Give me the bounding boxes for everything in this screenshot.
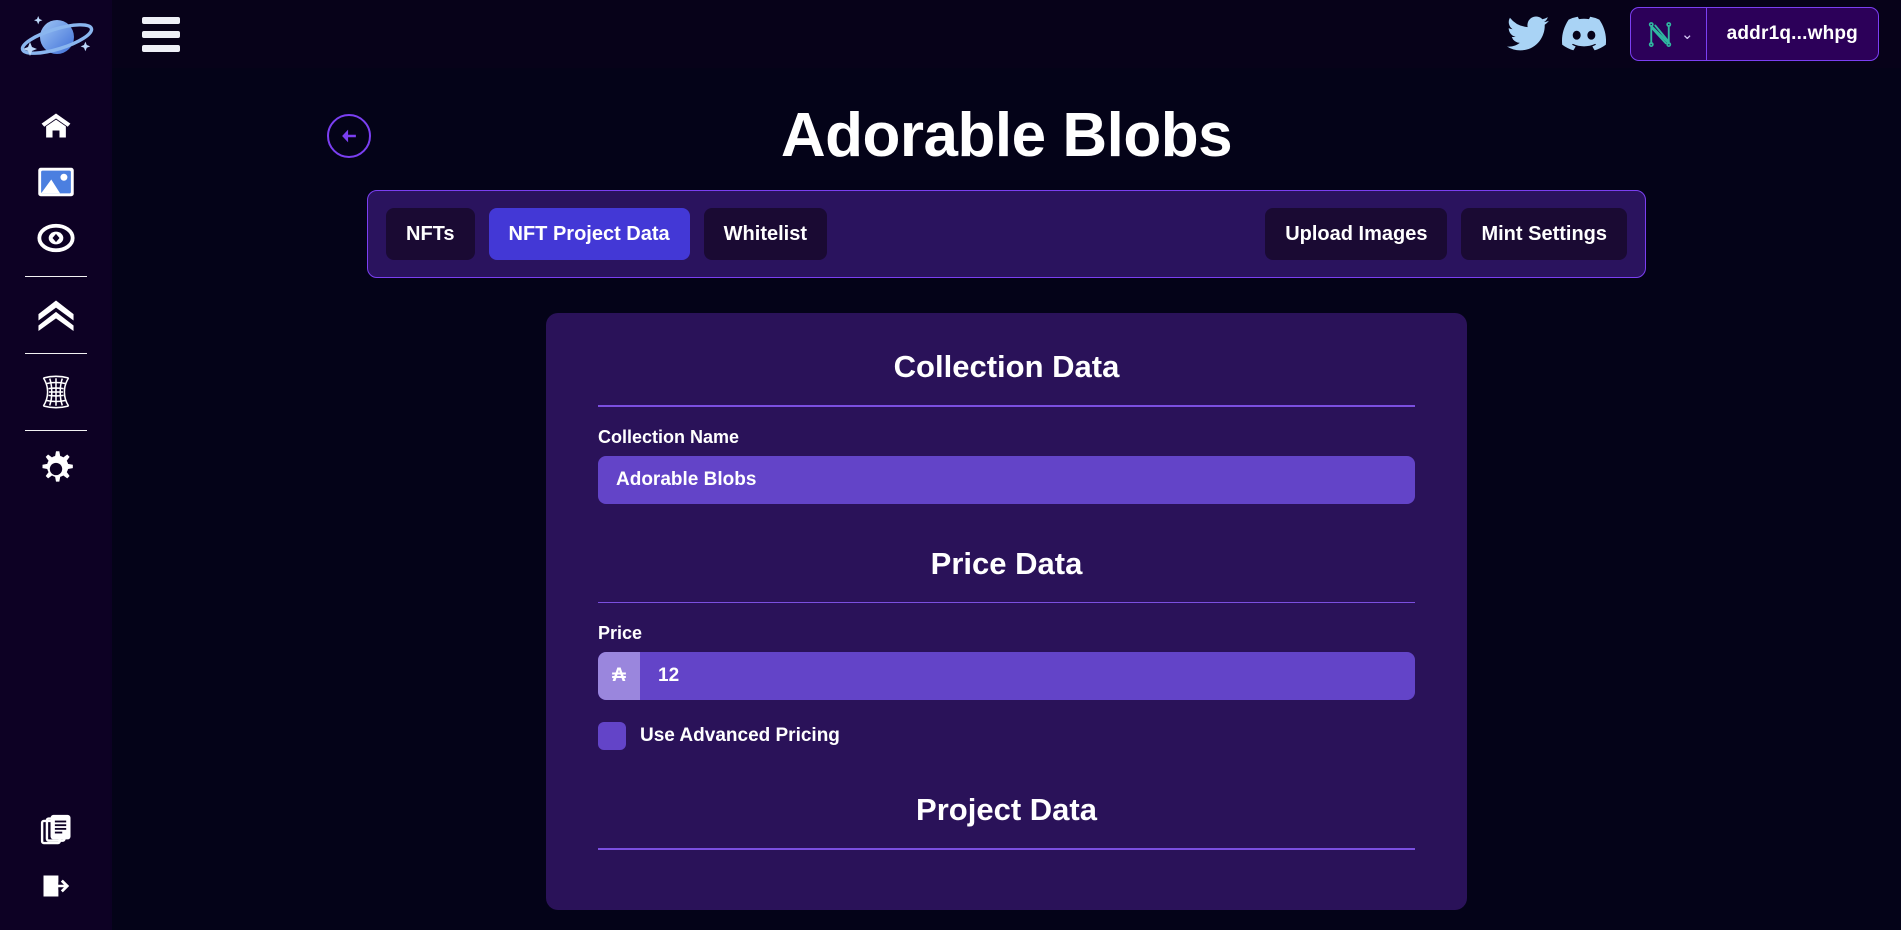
price-input[interactable]: ₳ 12 bbox=[598, 652, 1415, 700]
content-area: Adorable Blobs NFTs NFT Project Data Whi… bbox=[112, 90, 1901, 930]
project-data-card: Collection Data Collection Name Adorable… bbox=[546, 313, 1467, 910]
hamburger-bar bbox=[142, 30, 180, 38]
chevrons-up-icon bbox=[38, 300, 74, 331]
app-logo[interactable] bbox=[8, 8, 104, 70]
eye-target-icon bbox=[37, 223, 75, 253]
use-advanced-pricing-checkbox[interactable] bbox=[598, 722, 626, 750]
tab-nfts[interactable]: NFTs bbox=[386, 208, 475, 260]
project-data-divider bbox=[598, 848, 1415, 850]
main-area: ⌄ addr1q...whpg Adorable Blobs NFTs NFT … bbox=[112, 0, 1901, 930]
collection-name-value[interactable]: Adorable Blobs bbox=[598, 469, 774, 491]
arrow-left-icon bbox=[342, 129, 356, 143]
tab-nft-project-data[interactable]: NFT Project Data bbox=[488, 208, 690, 260]
sidebar-item-settings[interactable] bbox=[0, 441, 112, 497]
discord-icon bbox=[1562, 16, 1607, 51]
ada-currency-icon: ₳ bbox=[598, 652, 640, 700]
sidebar-divider-3 bbox=[25, 430, 87, 431]
sidebar-item-docs[interactable] bbox=[0, 802, 112, 858]
collection-data-heading: Collection Data bbox=[893, 349, 1120, 384]
chevron-down-icon: ⌄ bbox=[1681, 25, 1694, 43]
hamburger-icon[interactable] bbox=[142, 14, 190, 54]
project-data-heading: Project Data bbox=[916, 792, 1097, 827]
saturn-planet-logo-icon bbox=[20, 16, 94, 56]
wallet-button[interactable]: ⌄ addr1q...whpg bbox=[1630, 7, 1879, 61]
use-advanced-pricing-label: Use Advanced Pricing bbox=[640, 725, 840, 746]
documents-icon bbox=[40, 814, 71, 845]
price-data-divider bbox=[598, 601, 1415, 603]
sidebar-item-gallery[interactable] bbox=[0, 154, 112, 210]
portal-icon bbox=[42, 375, 70, 409]
collection-name-input[interactable]: Adorable Blobs bbox=[598, 455, 1415, 504]
sidebar-item-explore[interactable] bbox=[0, 210, 112, 266]
nami-wallet-icon bbox=[1648, 22, 1672, 47]
logout-icon bbox=[43, 875, 70, 897]
hamburger-bar bbox=[142, 16, 180, 24]
price-label: Price bbox=[598, 623, 643, 643]
sidebar-divider-2 bbox=[25, 353, 87, 354]
title-row: Adorable Blobs bbox=[112, 90, 1901, 182]
sidebar-nav bbox=[0, 98, 112, 497]
tab-bar: NFTs NFT Project Data Whitelist Upload I… bbox=[367, 190, 1646, 278]
topbar: ⌄ addr1q...whpg bbox=[112, 0, 1901, 68]
sidebar-bottom-nav bbox=[0, 802, 112, 914]
hamburger-bar bbox=[142, 44, 180, 52]
sidebar-divider-1 bbox=[25, 276, 87, 277]
collection-name-label: Collection Name bbox=[598, 426, 740, 447]
wallet-selector[interactable]: ⌄ bbox=[1631, 8, 1707, 60]
advanced-pricing-row: Use Advanced Pricing bbox=[598, 722, 1415, 750]
mint-settings-button[interactable]: Mint Settings bbox=[1461, 208, 1627, 260]
page-title: Adorable Blobs bbox=[780, 101, 1233, 170]
home-icon bbox=[41, 113, 71, 138]
back-button[interactable] bbox=[327, 114, 371, 158]
tab-whitelist[interactable]: Whitelist bbox=[703, 208, 828, 260]
sidebar-item-home[interactable] bbox=[0, 98, 112, 154]
gear-icon bbox=[42, 451, 73, 482]
image-icon bbox=[38, 167, 74, 197]
twitter-icon bbox=[1507, 16, 1550, 51]
wallet-address[interactable]: addr1q...whpg bbox=[1707, 8, 1878, 60]
app-root: ⌄ addr1q...whpg Adorable Blobs NFTs NFT … bbox=[0, 0, 1901, 930]
sidebar bbox=[0, 0, 112, 930]
price-data-heading: Price Data bbox=[930, 545, 1083, 581]
price-value[interactable]: 12 bbox=[640, 665, 697, 687]
discord-link[interactable] bbox=[1556, 6, 1612, 62]
sidebar-item-mint[interactable] bbox=[0, 287, 112, 343]
collection-data-divider bbox=[598, 405, 1415, 407]
twitter-link[interactable] bbox=[1500, 6, 1556, 62]
sidebar-item-logout[interactable] bbox=[0, 858, 112, 914]
upload-images-button[interactable]: Upload Images bbox=[1265, 208, 1448, 260]
sidebar-item-portal[interactable] bbox=[0, 364, 112, 420]
